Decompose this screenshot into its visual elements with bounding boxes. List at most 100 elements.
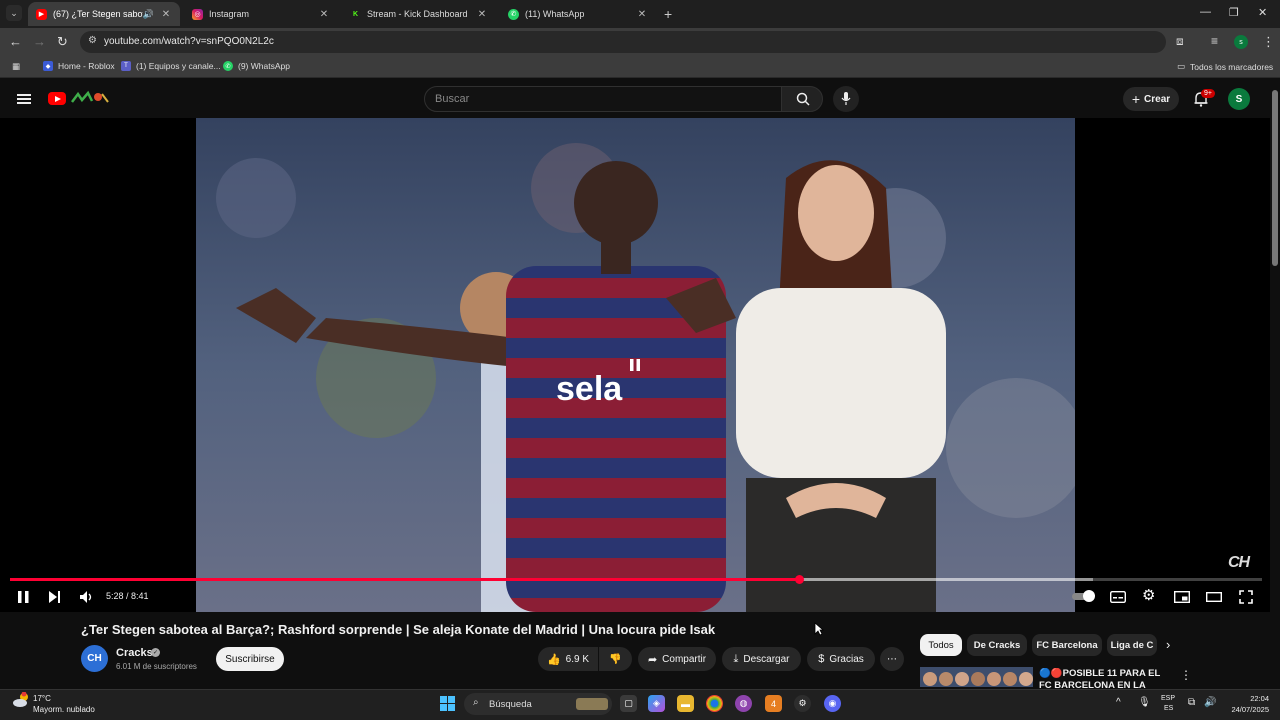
chip-liga[interactable]: Liga de C: [1107, 634, 1157, 656]
scrollbar-thumb[interactable]: [1272, 90, 1278, 266]
search-button[interactable]: [781, 86, 823, 112]
fullscreen-icon[interactable]: [1239, 590, 1253, 604]
autoplay-toggle[interactable]: [1072, 589, 1096, 603]
chip-de-cracks[interactable]: De Cracks: [967, 634, 1027, 656]
copilot-icon[interactable]: ◈: [648, 695, 665, 712]
file-explorer-icon[interactable]: ▬: [677, 695, 694, 712]
kick-icon: K: [350, 8, 361, 20]
volume-icon[interactable]: [79, 590, 94, 604]
chrome-icon[interactable]: [706, 695, 723, 712]
minimize-button[interactable]: —: [1200, 6, 1211, 18]
new-tab-button[interactable]: +: [664, 6, 672, 22]
recommendation-thumbnail[interactable]: [920, 667, 1033, 687]
tab-whatsapp[interactable]: ✆ (11) WhatsApp ✕: [500, 2, 656, 26]
network-icon[interactable]: ⧉: [1188, 697, 1195, 708]
forward-button[interactable]: →: [33, 34, 46, 49]
reload-button[interactable]: ↻: [57, 34, 68, 50]
close-icon[interactable]: ✕: [476, 9, 488, 20]
address-bar[interactable]: ⚙ youtube.com/watch?v=snPQO0N2L2c: [80, 31, 1166, 53]
weather-cloud-icon[interactable]: [12, 692, 30, 708]
close-icon[interactable]: ✕: [318, 9, 330, 20]
scrubber-handle[interactable]: [794, 575, 804, 584]
theater-mode-icon[interactable]: [1206, 592, 1222, 602]
app-4-icon[interactable]: 4: [765, 695, 782, 712]
close-icon[interactable]: ✕: [160, 9, 172, 20]
more-vertical-icon[interactable]: ⋮: [1180, 668, 1192, 682]
window-close-button[interactable]: ✕: [1258, 6, 1267, 19]
weather-description[interactable]: Mayorm. nublado: [33, 705, 95, 714]
all-bookmarks[interactable]: ▭ Todos los marcadores: [1177, 61, 1273, 72]
account-avatar[interactable]: S: [1228, 88, 1250, 110]
tab-instagram[interactable]: ◎ Instagram ✕: [184, 2, 338, 26]
pause-button[interactable]: [17, 590, 30, 604]
extensions-icon[interactable]: ⧈: [1176, 34, 1184, 49]
more-actions-button[interactable]: ⋯: [880, 647, 904, 671]
thanks-button[interactable]: $ Gracias: [807, 647, 875, 671]
volume-tray-icon[interactable]: 🔊: [1204, 697, 1216, 708]
ball-app-icon[interactable]: ◍: [735, 695, 752, 712]
tab-search-button[interactable]: ⌄: [6, 5, 22, 21]
verified-badge-icon: ✓: [151, 648, 160, 657]
bookmark-roblox[interactable]: ◆ Home - Roblox: [43, 61, 115, 71]
recommendation-title[interactable]: 🔵🔴POSIBLE 11 PARA EL FC BARCELONA EN LA: [1039, 668, 1175, 688]
channel-name[interactable]: Cracks: [116, 647, 153, 659]
close-icon[interactable]: ✕: [636, 9, 648, 20]
settings-gear-icon[interactable]: ⚙: [1142, 586, 1155, 604]
media-controls-icon[interactable]: ≡: [1211, 34, 1218, 48]
progress-bar[interactable]: [10, 575, 1262, 584]
discord-icon[interactable]: ◉: [824, 695, 841, 712]
back-button[interactable]: ←: [9, 34, 22, 49]
search-icon: [796, 92, 810, 106]
subtitles-icon[interactable]: [1110, 591, 1126, 603]
chip-all[interactable]: Todos: [920, 634, 962, 656]
download-button[interactable]: ⤓ Descargar: [722, 647, 801, 671]
voice-search-button[interactable]: [833, 86, 859, 112]
thumbs-down-icon: 👎: [609, 653, 622, 665]
keyboard-layout[interactable]: ES: [1164, 705, 1173, 712]
microphone-tray-icon[interactable]: 🎙: [1138, 697, 1151, 708]
speaker-icon[interactable]: 🔊: [143, 9, 154, 20]
bookmark-label: (9) WhatsApp: [238, 61, 290, 71]
task-view-icon[interactable]: ▢: [620, 695, 637, 712]
youtube-icon: ▶: [36, 8, 47, 20]
whatsapp-icon: ✆: [223, 61, 233, 71]
like-button[interactable]: 👍 6.9 K: [538, 647, 598, 671]
steam-like-icon[interactable]: ⚙: [794, 695, 811, 712]
create-button[interactable]: + Crear: [1123, 87, 1179, 111]
youtube-logo[interactable]: [48, 92, 66, 105]
youtube-doodle-logo[interactable]: [70, 90, 110, 106]
maximize-button[interactable]: ❐: [1229, 6, 1239, 19]
taskbar-date[interactable]: 24/07/2025: [1222, 705, 1269, 714]
search-icon: ⌕: [473, 697, 479, 708]
super-thanks-icon: $: [818, 653, 825, 665]
hamburger-menu-icon[interactable]: [17, 94, 31, 104]
taskbar-time[interactable]: 22:04: [1227, 694, 1269, 703]
windows-start-icon[interactable]: [440, 696, 456, 712]
chevron-right-icon[interactable]: ›: [1166, 637, 1170, 652]
next-video-button[interactable]: [48, 590, 61, 604]
bookmark-teams[interactable]: T (1) Equipos y canale...: [121, 61, 221, 71]
roblox-icon: ◆: [43, 61, 53, 71]
language-indicator[interactable]: ESP: [1161, 695, 1175, 702]
channel-avatar[interactable]: CH: [81, 645, 108, 672]
site-info-icon[interactable]: ⚙: [88, 35, 97, 46]
tab-kick[interactable]: K Stream - Kick Dashboard ✕: [342, 2, 496, 26]
channel-watermark[interactable]: CH: [1228, 554, 1250, 572]
taskbar-search[interactable]: ⌕ Búsqueda: [464, 693, 612, 715]
show-hidden-icons[interactable]: ^: [1116, 697, 1121, 708]
apps-icon[interactable]: ▦: [12, 61, 20, 72]
miniplayer-icon[interactable]: [1174, 591, 1190, 603]
all-bookmarks-label: Todos los marcadores: [1190, 61, 1274, 72]
dislike-button[interactable]: 👎: [599, 647, 632, 671]
instagram-icon: ◎: [192, 8, 203, 20]
tab-youtube[interactable]: ▶ (67) ¿Ter Stegen sabotea al ... 🔊 ✕: [28, 2, 180, 26]
bookmark-whatsapp[interactable]: ✆ (9) WhatsApp: [223, 61, 290, 71]
chip-fc-barcelona[interactable]: FC Barcelona: [1032, 634, 1102, 656]
weather-temperature[interactable]: 17°C: [33, 694, 51, 703]
search-input[interactable]: [435, 91, 765, 107]
page-scrollbar[interactable]: [1270, 80, 1280, 690]
subscribe-button[interactable]: Suscribirse: [216, 647, 284, 671]
share-button[interactable]: ➦ Compartir: [638, 647, 716, 671]
profile-avatar[interactable]: s: [1234, 35, 1248, 49]
browser-menu-icon[interactable]: ⋮: [1262, 34, 1275, 50]
